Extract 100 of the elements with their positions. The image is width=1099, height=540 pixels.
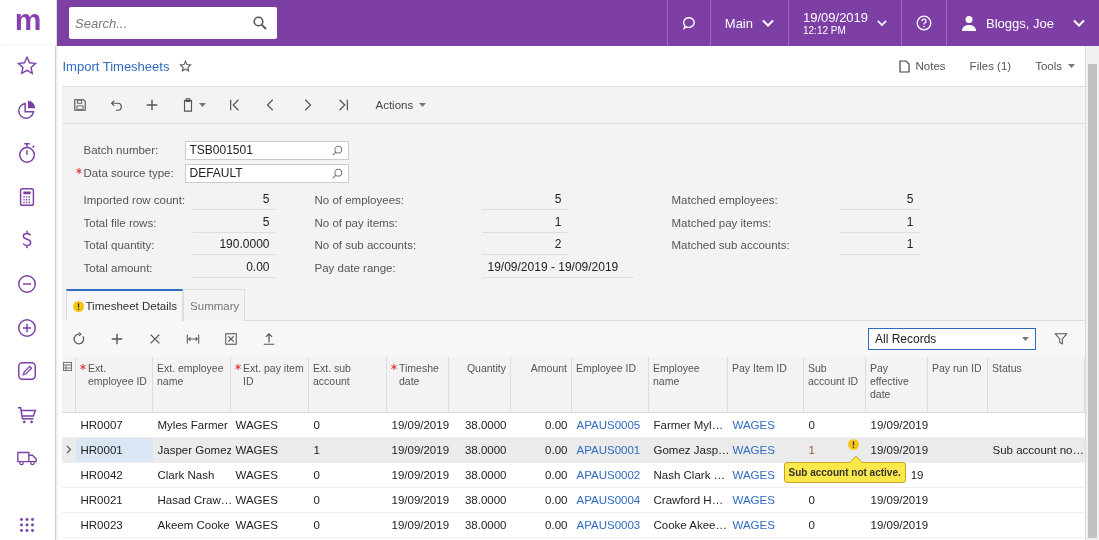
first-record-icon[interactable] [227,98,242,112]
table-cell: 0 [313,469,320,481]
table-cell: 38.0000 [464,444,507,456]
tools-menu[interactable]: Tools [1035,60,1075,72]
search-icon[interactable] [331,167,343,179]
excel-icon[interactable] [223,332,238,346]
table-cell: 0.00 [545,494,568,506]
column-header[interactable]: Quantity [466,362,506,375]
stat-value: 5 [192,212,276,233]
files-button[interactable]: Files (1) [969,60,1012,72]
chevron-down-icon [762,19,774,27]
table-cell: WAGES [235,419,278,431]
note-icon [898,59,910,73]
column-header[interactable]: Employee ID [576,362,637,375]
table-cell: Farmer Myl… [653,419,724,431]
user-menu[interactable]: Bloggs, Joe [946,0,1099,46]
notes-button[interactable]: Notes [898,59,946,73]
search-icon[interactable] [253,16,267,30]
table-cell: WAGES [235,469,278,481]
table-cell: Cooke Akee… [653,519,727,531]
star-icon[interactable] [179,59,193,73]
search-icon[interactable] [331,144,343,156]
logo[interactable]: m [14,5,42,35]
stat-label: Total amount: [83,261,154,274]
add-icon[interactable] [109,332,124,346]
date-menu[interactable]: 19/09/2019 12:12 PM [788,0,901,46]
stat-value: 5 [481,190,568,211]
pencil-icon[interactable] [16,360,39,383]
tab[interactable]: Timesheet Details [65,289,184,321]
table-link[interactable]: WAGES [732,519,775,531]
page-title[interactable]: Import Timesheets [62,58,170,74]
undo-icon[interactable] [108,98,123,112]
column-header[interactable]: Pay Item ID [732,362,787,375]
table-link[interactable]: APAUS0005 [576,419,641,431]
table-link[interactable]: APAUS0004 [576,494,641,506]
table-cell: 19/09/2019 [391,469,449,481]
minus-circle-icon[interactable] [16,272,39,295]
table-cell: 19/09/2019 [391,494,449,506]
table-link[interactable]: WAGES [732,469,775,481]
stat-label: Total file rows: [83,216,158,229]
table-link[interactable]: APAUS0003 [576,519,641,531]
table-cell: HR0042 [80,469,123,481]
table-cell: 38.0000 [464,419,507,431]
field-label: Batch number: [83,144,159,156]
company-menu[interactable]: Main [709,0,788,46]
table-cell: WAGES [235,444,278,456]
stat-label: No of employees: [314,194,405,207]
table-cell: 1 [313,444,320,456]
search-field[interactable]: Search... [69,7,277,39]
table-cell: 19/09/2019 [870,444,928,456]
table-cell: 19/09/2019 [391,419,449,431]
help-icon [916,13,932,33]
filter-icon[interactable] [1054,332,1068,346]
tab[interactable]: Summary [183,289,246,321]
table-cell: 0 [313,519,320,531]
column-header[interactable]: Status [992,362,1022,375]
add-icon[interactable] [144,98,159,112]
table-cell: 19/09/2019 [870,494,928,506]
table-cell: 38.0000 [464,469,507,481]
table-cell: 0 [808,519,815,531]
table-cell: 38.0000 [464,519,507,531]
table-cell: Nash Clark … [653,469,726,481]
records-filter-dropdown[interactable]: All Records [868,328,1036,350]
table-cell: 19/09/2019 [391,444,449,456]
stat-value: 1 [481,212,568,233]
table-link[interactable]: WAGES [732,419,775,431]
column-header[interactable]: Pay run ID [932,362,982,375]
refresh-icon[interactable] [71,332,86,346]
lookup-field[interactable]: TSB001501 [184,140,349,160]
stat-value: 190.0000 [192,235,276,256]
table-cell: 0 [808,494,815,506]
star-icon[interactable] [16,55,39,77]
table-cell: 0.00 [545,419,568,431]
actions-menu[interactable]: Actions [375,99,427,111]
stat-value: 1 [839,235,920,256]
upload-icon[interactable] [261,332,276,346]
fit-width-icon[interactable] [185,332,200,346]
table-cell: 19 [910,469,924,481]
column-header[interactable]: Amount [530,362,567,375]
column-settings-icon[interactable] [62,362,72,371]
table-cell: 19/09/2019 [870,419,928,431]
table-cell: 0.00 [545,444,568,456]
table-cell: Crawford H… [653,494,724,506]
field-label: Data source type: [83,167,174,179]
table-cell: 0.00 [545,469,568,481]
lookup-field[interactable]: DEFAULT [184,163,349,183]
scrollbar[interactable] [1085,46,1099,540]
table-cell: Myles Farmer [157,419,228,431]
table-link[interactable]: WAGES [732,494,775,506]
stat-label: Pay date range: [314,261,397,274]
table-cell: 0.00 [545,519,568,531]
caret-icon [1022,337,1029,341]
table-cell: 38.0000 [464,494,507,506]
plus-circle-icon[interactable] [16,316,39,339]
table-cell: HR0007 [80,419,123,431]
table-cell: 0 [313,494,320,506]
table-cell: Gomez Jasp… [653,444,728,456]
save-icon[interactable] [72,98,87,112]
table-cell: Akeem Cooke [157,519,230,531]
table-link[interactable]: APAUS0002 [576,469,641,481]
